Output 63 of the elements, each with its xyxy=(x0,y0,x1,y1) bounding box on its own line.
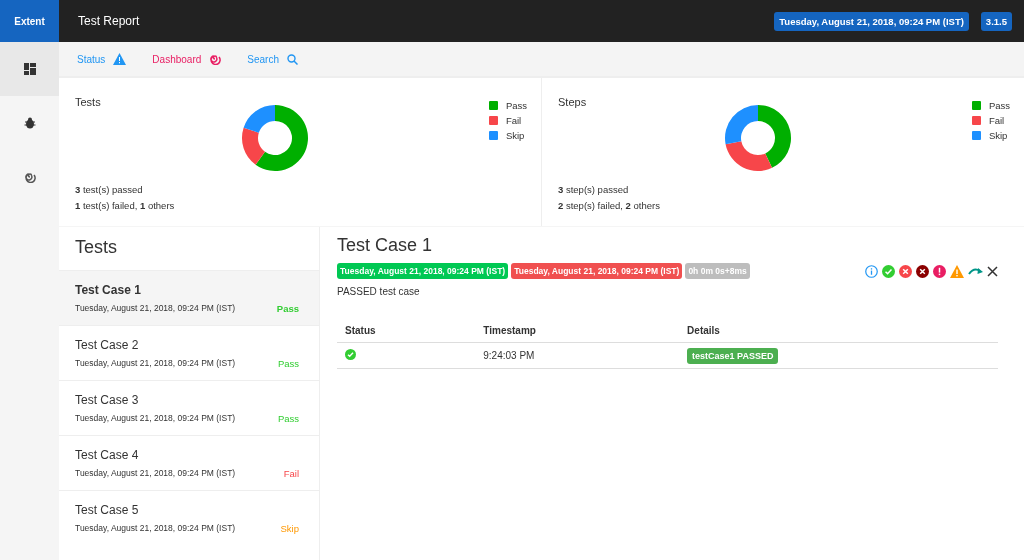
test-description: PASSED test case xyxy=(337,286,421,297)
legend-label: Pass xyxy=(505,100,527,111)
time-badge: Tuesday, August 21, 2018, 09:24 PM (IST) xyxy=(511,263,683,279)
search-icon xyxy=(286,53,298,65)
column-header: Details xyxy=(679,325,998,343)
test-item[interactable]: Test Case 2 Tuesday, August 21, 2018, 09:24 PM (IST) Pass xyxy=(59,325,319,380)
legend-label: Fail xyxy=(505,115,522,126)
version-badge: 3.1.5 xyxy=(980,11,1012,31)
nav-link[interactable]: Dashboard xyxy=(152,53,222,65)
summary-text: 1 test(s) failed, 1 others xyxy=(75,200,175,211)
test-item[interactable]: Test Case 5 Tuesday, August 21, 2018, 09:24 PM (IST) Skip xyxy=(59,490,319,545)
check-icon[interactable] xyxy=(882,264,895,278)
details-label: testCase1 PASSED xyxy=(687,348,779,364)
timestamp-cell: 9:24:03 PM xyxy=(475,342,680,369)
time-badge: Tuesday, August 21, 2018, 09:24 PM (IST) xyxy=(337,263,509,279)
info-icon[interactable] xyxy=(865,264,878,278)
test-time: Tuesday, August 21, 2018, 09:24 PM (IST) xyxy=(75,523,236,533)
list-heading: Tests xyxy=(74,236,118,259)
card-title: Tests xyxy=(75,96,101,108)
test-name: Test Case 5 xyxy=(75,502,140,517)
test-status: Skip xyxy=(280,522,299,534)
test-name: Test Case 2 xyxy=(75,337,140,352)
test-time: Tuesday, August 21, 2018, 09:24 PM (IST) xyxy=(75,303,236,313)
test-time: Tuesday, August 21, 2018, 09:24 PM (IST) xyxy=(75,413,236,423)
legend-label: Skip xyxy=(988,130,1008,141)
test-item[interactable]: Test Case 4 Tuesday, August 21, 2018, 09:24 PM (IST) Fail xyxy=(59,435,319,490)
test-name: Test Case 1 xyxy=(75,282,142,297)
spiral-icon xyxy=(23,171,36,183)
cross-icon[interactable] xyxy=(916,264,929,278)
test-item[interactable]: Test Case 3 Tuesday, August 21, 2018, 09:24 PM (IST) Pass xyxy=(59,380,319,435)
test-item[interactable]: Test Case 1 Tuesday, August 21, 2018, 09:24 PM (IST) Pass xyxy=(59,270,319,325)
test-time: Tuesday, August 21, 2018, 09:24 PM (IST) xyxy=(75,358,236,368)
logo[interactable]: Extent xyxy=(0,0,59,42)
check-icon xyxy=(345,349,356,360)
test-status: Pass xyxy=(276,302,299,314)
test-name: Test Case 4 xyxy=(75,447,140,462)
close-icon[interactable] xyxy=(987,265,998,277)
report-title: Test Report xyxy=(78,14,141,28)
test-title: Test Case 1 xyxy=(337,235,434,256)
test-name: Test Case 3 xyxy=(75,392,140,407)
date-badge: Tuesday, August 21, 2018, 09:24 PM (IST) xyxy=(774,11,969,31)
summary-text: 3 step(s) passed xyxy=(558,184,630,195)
test-status: Pass xyxy=(277,412,299,424)
summary-text: 2 step(s) failed, 2 others xyxy=(558,200,660,211)
sidebar-item[interactable] xyxy=(0,42,59,96)
test-time: Tuesday, August 21, 2018, 09:24 PM (IST) xyxy=(75,468,236,478)
column-header: Status xyxy=(337,325,476,343)
redo-arrow-icon[interactable] xyxy=(968,266,983,276)
bug-icon xyxy=(23,117,36,129)
time-badge: 0h 0m 0s+8ms xyxy=(685,263,750,279)
test-status: Pass xyxy=(277,357,299,369)
warning-icon xyxy=(113,53,127,65)
exclamation-icon[interactable] xyxy=(933,264,946,278)
legend-label: Skip xyxy=(505,130,525,141)
legend-label: Fail xyxy=(988,115,1005,126)
dashboard-icon xyxy=(23,63,36,75)
test-status: Fail xyxy=(283,467,299,479)
summary-text: 3 test(s) passed xyxy=(75,184,144,195)
column-header: Timestamp xyxy=(475,325,680,343)
warning-icon[interactable] xyxy=(950,264,964,278)
spiral-icon xyxy=(209,53,222,65)
legend-label: Pass xyxy=(988,100,1010,111)
card-title: Steps xyxy=(558,96,587,108)
